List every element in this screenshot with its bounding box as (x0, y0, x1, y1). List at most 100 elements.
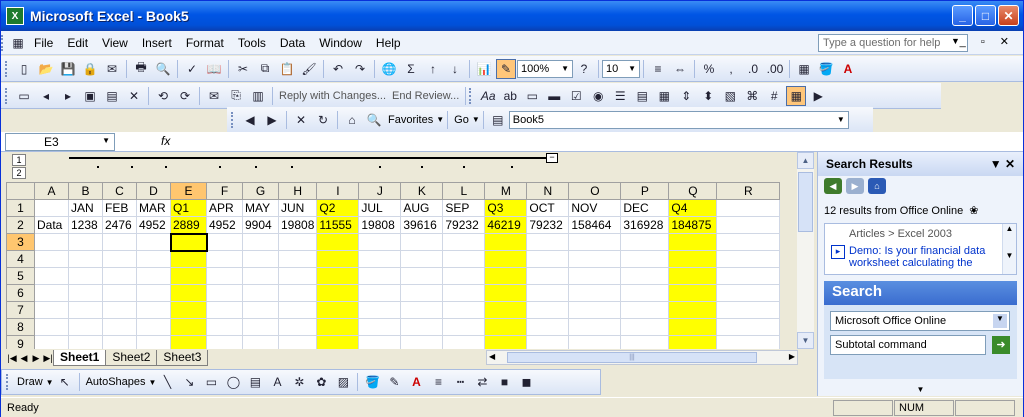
outline-dot[interactable] (219, 166, 221, 168)
cell-p3[interactable] (620, 233, 670, 251)
back-icon[interactable]: ◀ (824, 178, 842, 194)
cell-c6[interactable] (102, 284, 137, 302)
outline-dot[interactable] (463, 166, 465, 168)
favorites-menu[interactable]: Favorites (385, 114, 436, 126)
cell-r4[interactable] (716, 250, 781, 268)
cell-o6[interactable] (568, 284, 622, 302)
cell-l1[interactable]: SEP (442, 199, 486, 217)
toolbar-grip[interactable] (469, 87, 473, 104)
cell-a3[interactable] (34, 233, 69, 251)
cell-k3[interactable] (400, 233, 444, 251)
row-header[interactable]: 1 (6, 199, 35, 217)
end-review-button[interactable]: End Review... (389, 90, 462, 102)
pane-scroll-down-icon[interactable]: ▼ (818, 385, 1023, 394)
shadow-icon[interactable]: ■ (494, 372, 514, 392)
cell-j5[interactable] (358, 267, 402, 285)
control-properties-icon[interactable]: ▧ (720, 86, 740, 106)
document-window-controls[interactable]: _ ▫ ✕ (960, 35, 1015, 48)
spinner-icon[interactable]: ⬍ (698, 86, 718, 106)
outline-dot[interactable] (131, 166, 133, 168)
menu-tools[interactable]: Tools (231, 36, 273, 50)
print-icon[interactable]: 🖶 (131, 59, 151, 79)
scroll-right-icon[interactable]: ▶ (789, 352, 795, 361)
reply-with-changes-button[interactable]: Reply with Changes... (276, 90, 389, 102)
cell-c2[interactable]: 2476 (102, 216, 137, 234)
cell-n7[interactable] (526, 301, 570, 319)
cell-i6[interactable] (316, 284, 360, 302)
outline-dot[interactable] (511, 166, 513, 168)
merge-center-icon[interactable]: ⇔ (670, 59, 690, 79)
percent-style-button[interactable]: % (699, 59, 719, 79)
back-icon[interactable]: ◀ (240, 110, 260, 130)
cell-h3[interactable] (277, 233, 318, 251)
font-color-icon[interactable]: A (838, 59, 858, 79)
new-icon[interactable]: ▯ (14, 59, 34, 79)
cell-k4[interactable] (400, 250, 444, 268)
cell-n6[interactable] (526, 284, 570, 302)
cell-d7[interactable] (136, 301, 171, 319)
cell-k1[interactable]: AUG (400, 199, 444, 217)
cell-r2[interactable] (716, 216, 781, 234)
research-icon[interactable]: 📖 (204, 59, 224, 79)
outline-collapse-button[interactable]: − (546, 153, 558, 163)
cell-a5[interactable] (34, 267, 69, 285)
result-title[interactable]: Demo: Is your financial data worksheet c… (849, 245, 1010, 269)
cell-h4[interactable] (277, 250, 318, 268)
cell-i7[interactable] (316, 301, 360, 319)
row-header[interactable]: 8 (6, 318, 35, 336)
cell-g3[interactable] (242, 233, 279, 251)
cell-d2[interactable]: 4952 (136, 216, 171, 234)
comma-style-button[interactable]: , (721, 59, 741, 79)
cell-k8[interactable] (400, 318, 444, 336)
undo-icon[interactable]: ↶ (328, 59, 348, 79)
format-painter-icon[interactable]: 🖌 (299, 59, 319, 79)
cell-d8[interactable] (136, 318, 171, 336)
cell-m4[interactable] (484, 250, 528, 268)
track-changes-icon[interactable]: ⟲ (153, 86, 173, 106)
help-search-input[interactable]: Type a question for help (818, 34, 968, 52)
cell-b8[interactable] (68, 318, 103, 336)
show-web-only-icon[interactable]: ▤ (488, 110, 508, 130)
cell-e8[interactable] (170, 318, 207, 336)
cell-p1[interactable]: DEC (620, 199, 670, 217)
cell-q2[interactable]: 184875 (668, 216, 718, 234)
cell-d3[interactable] (136, 233, 171, 251)
cell-d5[interactable] (136, 267, 171, 285)
cell-o2[interactable]: 158464 (568, 216, 622, 234)
cell-l8[interactable] (442, 318, 486, 336)
edit-box-icon[interactable]: ab (500, 86, 520, 106)
cell-g4[interactable] (242, 250, 279, 268)
cell-b5[interactable] (68, 267, 103, 285)
delete-comment-icon[interactable]: ✕ (124, 86, 144, 106)
minimize-button[interactable]: _ (952, 5, 973, 26)
cell-h7[interactable] (277, 301, 318, 319)
row-header[interactable]: 4 (6, 250, 35, 268)
email-icon[interactable]: ✉ (102, 59, 122, 79)
row-header[interactable]: 2 (6, 216, 35, 234)
show-comment-icon[interactable]: ▣ (80, 86, 100, 106)
outline-dot[interactable] (165, 166, 167, 168)
cell-p8[interactable] (620, 318, 670, 336)
cell-k7[interactable] (400, 301, 444, 319)
autosum-icon[interactable]: Σ (401, 59, 421, 79)
cell-r3[interactable] (716, 233, 781, 251)
cell-b2[interactable]: 1238 (68, 216, 103, 234)
cell-g1[interactable]: MAY (242, 199, 279, 217)
cell-h6[interactable] (277, 284, 318, 302)
toggle-grid-icon[interactable]: # (764, 86, 784, 106)
cell-a6[interactable] (34, 284, 69, 302)
line-icon[interactable]: ╲ (157, 372, 177, 392)
cell-j8[interactable] (358, 318, 402, 336)
column-header-q[interactable]: Q (668, 182, 718, 200)
column-header-j[interactable]: J (358, 182, 402, 200)
cell-n8[interactable] (526, 318, 570, 336)
cell-f2[interactable]: 4952 (206, 216, 243, 234)
cell-c7[interactable] (102, 301, 137, 319)
cell-n1[interactable]: OCT (526, 199, 570, 217)
cell-l7[interactable] (442, 301, 486, 319)
permission-icon[interactable]: 🔒 (80, 59, 100, 79)
diagram-icon[interactable]: ✲ (289, 372, 309, 392)
menu-insert[interactable]: Insert (135, 36, 179, 50)
refresh-icon[interactable]: ↻ (313, 110, 333, 130)
menu-file[interactable]: File (27, 36, 60, 50)
